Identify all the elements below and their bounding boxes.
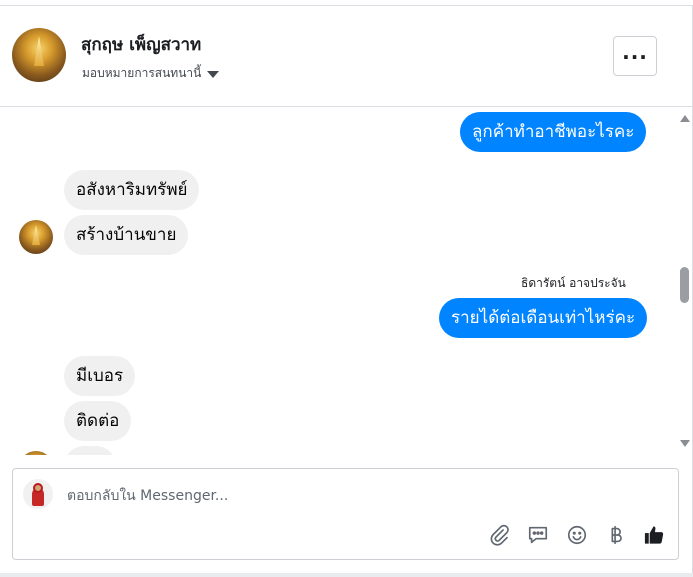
- assign-conversation-label: มอบหมายการสนทนานี้: [82, 66, 202, 80]
- message-bubble-incoming: สร้างบ้านขาย: [64, 215, 189, 255]
- bottom-strip: [0, 573, 693, 577]
- reply-composer: [12, 468, 679, 560]
- conversation-panel: สุกฤษ เพ็ญสวาท มอบหมายการสนทนานี้ ... ลู…: [0, 0, 693, 577]
- sender-name: ธิดารัตน์ อาจประจัน: [521, 276, 626, 290]
- scroll-thumb[interactable]: [680, 267, 689, 303]
- conversation-header: สุกฤษ เพ็ญสวาท มอบหมายการสนทนานี้ ...: [0, 6, 692, 107]
- more-icon: ...: [622, 40, 648, 64]
- paperclip-icon[interactable]: [487, 523, 510, 546]
- message-bubble-incoming-partial: [64, 446, 116, 455]
- speech-bubble-icon[interactable]: [526, 523, 549, 546]
- scroll-up-arrow-icon[interactable]: [680, 115, 690, 122]
- message-bubble-incoming: อสังหาริมทรัพย์: [64, 170, 200, 210]
- message-thread[interactable]: ลูกค้าทำอาชีพอะไรคะ อสังหาริมทรัพย์ สร้า…: [0, 107, 676, 455]
- thread-scrollbar[interactable]: [677, 107, 692, 455]
- assign-conversation-dropdown[interactable]: มอบหมายการสนทนานี้: [82, 64, 220, 83]
- contact-avatar-small[interactable]: [19, 220, 53, 254]
- page-avatar: [23, 479, 53, 509]
- more-options-button[interactable]: ...: [613, 36, 657, 76]
- smiley-icon[interactable]: [565, 523, 588, 546]
- message-bubble-outgoing: ลูกค้าทำอาชีพอะไรคะ: [460, 112, 647, 152]
- scroll-down-arrow-icon[interactable]: [680, 440, 690, 447]
- message-bubble-outgoing: รายได้ต่อเดือนเท่าไหร่คะ: [439, 298, 648, 338]
- baht-icon[interactable]: [604, 523, 627, 546]
- reply-input[interactable]: [67, 485, 627, 507]
- contact-avatar[interactable]: [12, 28, 66, 82]
- composer-toolbar: [487, 523, 666, 546]
- caret-down-icon: [207, 70, 220, 78]
- contact-avatar-small[interactable]: [19, 451, 53, 455]
- message-bubble-incoming: ติดต่อ: [64, 401, 132, 441]
- message-bubble-incoming: มีเบอร: [64, 356, 136, 396]
- thumbs-up-icon[interactable]: [643, 523, 666, 546]
- contact-name[interactable]: สุกฤษ เพ็ญสวาท: [81, 31, 201, 58]
